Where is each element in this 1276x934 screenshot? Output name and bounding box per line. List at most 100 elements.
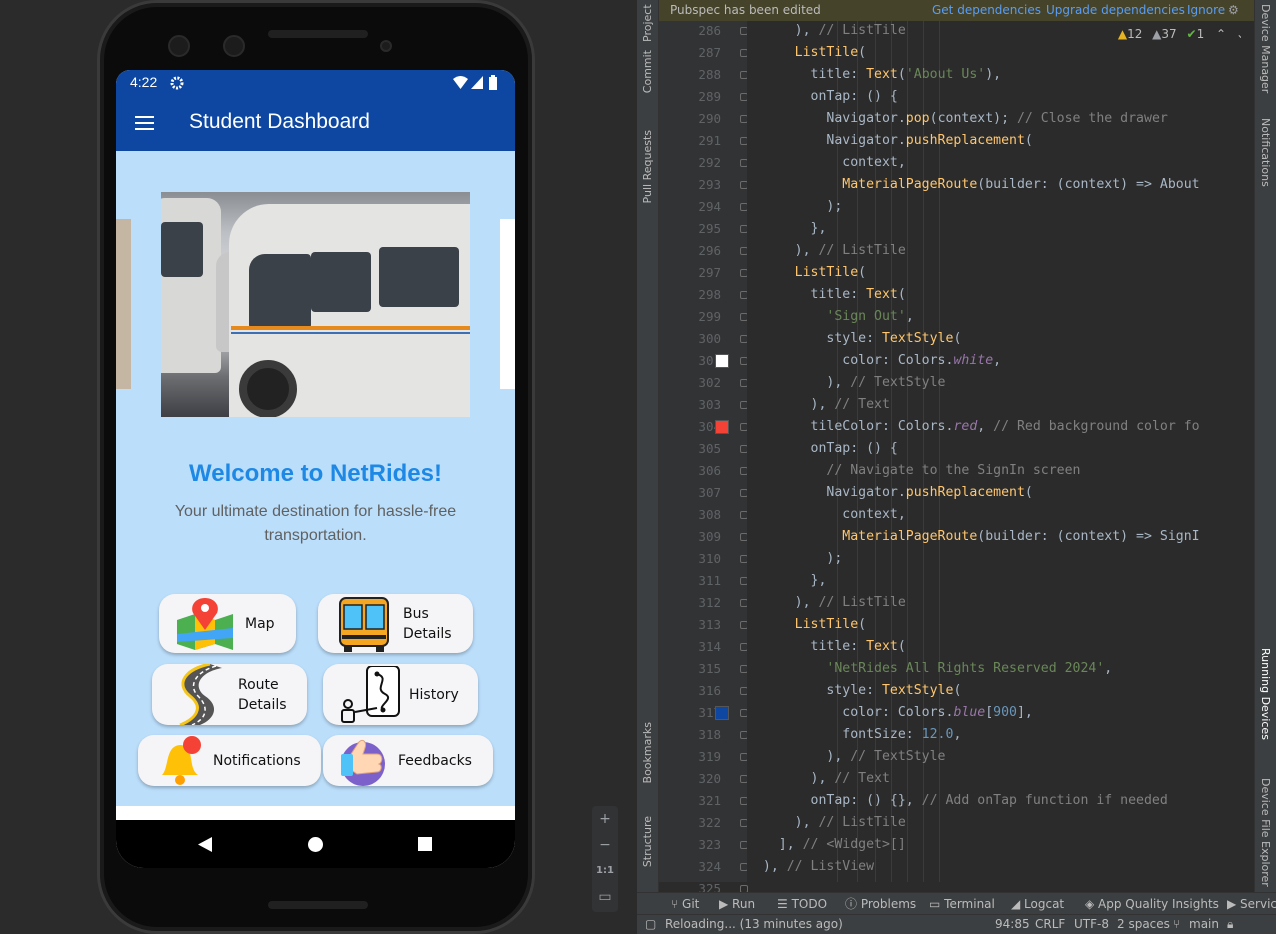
tool-notifications[interactable]: Notifications [1259, 118, 1272, 187]
code-token: , [993, 353, 1002, 368]
caret-position[interactable]: 94:85 [995, 915, 1030, 934]
code-token: context, [747, 507, 906, 522]
code-line: ), // ListTile [747, 592, 906, 614]
code-token: ( [1024, 485, 1033, 500]
code-token: ), [747, 375, 851, 390]
tool-bookmarks[interactable]: Bookmarks [641, 722, 654, 783]
line-number: 306 [698, 463, 721, 478]
line-number: 305 [698, 441, 721, 456]
tool-tab-git[interactable]: ⑂ Git [671, 893, 699, 915]
tool-tab-todo[interactable]: ☰ TODO [777, 893, 827, 915]
zoom-in-button[interactable]: + [592, 806, 618, 832]
code-line: ), // ListTile [747, 240, 906, 262]
recents-square-icon[interactable] [418, 837, 432, 851]
menu-hamburger-icon[interactable] [135, 116, 154, 130]
status-layout-icon[interactable]: ▢ [645, 915, 656, 934]
tool-tab-terminal[interactable]: ▭ Terminal [929, 893, 995, 915]
tool-running-devices[interactable]: Running Devices [1259, 648, 1272, 740]
tool-device-file-explorer[interactable]: Device File Explorer [1259, 778, 1272, 887]
prev-highlight-icon[interactable]: ⌃ [1216, 27, 1226, 41]
code-editor[interactable]: ), // ListTile ListTile( title: Text('Ab… [747, 21, 1254, 882]
carousel-image[interactable] [161, 192, 470, 417]
status-lock-icon[interactable]: 🔒︎ [1227, 915, 1233, 934]
tool-device-manager[interactable]: Device Manager [1259, 4, 1272, 93]
welcome-title: Welcome to NetRides! [189, 460, 442, 487]
right-tool-strip: Device Manager Notifications Running Dev… [1254, 0, 1276, 892]
color-swatch-icon[interactable] [715, 354, 729, 368]
code-line: ), // ListView [747, 856, 874, 878]
code-token: ListTile [794, 265, 859, 280]
editor-scrollbar[interactable] [1241, 30, 1254, 880]
color-swatch-icon[interactable] [715, 420, 729, 434]
tool-project[interactable]: Project [641, 0, 654, 42]
line-separator[interactable]: CRLF [1035, 915, 1065, 934]
van-windshield [249, 254, 311, 329]
notifications-button[interactable]: Notifications [138, 735, 321, 786]
code-token: fontSize: [747, 727, 922, 742]
line-number: 291 [698, 133, 721, 148]
file-encoding[interactable]: UTF-8 [1074, 915, 1109, 934]
code-token: // Close the drawer [1016, 111, 1168, 126]
tool-tab-run[interactable]: ▶ Run [719, 893, 755, 915]
code-line: ), // Text [747, 394, 890, 416]
code-token: ), [747, 749, 851, 764]
home-circle-icon[interactable] [308, 837, 323, 852]
line-number: 297 [698, 265, 721, 280]
line-number: 313 [698, 617, 721, 632]
line-number: 324 [698, 859, 721, 874]
tool-tab-problems[interactable]: ⓘ Problems [845, 893, 916, 915]
tool-tab-label: Run [732, 897, 756, 911]
upgrade-dependencies-link[interactable]: Upgrade dependencies [1046, 0, 1185, 21]
bus-label-1: Bus [403, 606, 429, 622]
tool-pull-requests[interactable]: Pull Requests [641, 130, 654, 203]
tool-tab-services[interactable]: ▶ Servic [1227, 893, 1276, 915]
route-details-button[interactable]: Route Details [152, 664, 307, 725]
cell-signal-icon [471, 76, 483, 89]
code-line: onTap: () { [747, 438, 898, 460]
zoom-fit-icon[interactable]: ▭ [592, 884, 618, 910]
welcome-subtitle-line2: transportation. [264, 527, 367, 544]
front-sensor-icon [223, 35, 245, 57]
inspection-widget[interactable]: ▲12 ▲37 ✔1 ⌃ ⌄ [1118, 27, 1246, 41]
code-token: // Text [834, 771, 890, 786]
feedbacks-button[interactable]: Feedbacks [323, 735, 493, 786]
line-number: 296 [698, 243, 721, 258]
carousel-next-slide[interactable] [500, 219, 515, 389]
line-number: 309 [698, 529, 721, 544]
line-number: 315 [698, 661, 721, 676]
code-token: onTap: () { [747, 89, 898, 104]
zoom-out-button[interactable]: − [592, 832, 618, 858]
code-token: TextStyle [881, 683, 954, 698]
tool-commit[interactable]: Commit [641, 50, 654, 93]
ignore-link[interactable]: Ignore [1187, 0, 1225, 21]
git-branch[interactable]: main [1189, 915, 1219, 934]
back-triangle-icon[interactable] [198, 837, 212, 852]
history-button[interactable]: History [323, 664, 478, 725]
get-dependencies-link[interactable]: Get dependencies [932, 0, 1041, 21]
bus-details-button[interactable]: Bus Details [318, 594, 473, 653]
zoom-actual-size-button[interactable]: 1:1 [592, 858, 618, 884]
tool-tab-app-quality-insights[interactable]: ◈ App Quality Insights [1085, 893, 1219, 915]
line-number: 290 [698, 111, 721, 126]
tool-structure[interactable]: Structure [641, 816, 654, 867]
van-window-2 [379, 247, 459, 307]
emulator-panel: 4:22 Student Dashboard Welcome to NetRid… [0, 0, 637, 934]
indent-setting[interactable]: 2 spaces [1117, 915, 1170, 934]
line-number: 316 [698, 683, 721, 698]
code-token: ); [747, 551, 843, 566]
phone-screen: 4:22 Student Dashboard Welcome to NetRid… [116, 70, 515, 868]
van-stripe-orange [231, 326, 470, 330]
van-stripe-blue [231, 332, 470, 334]
carousel-prev-slide[interactable] [116, 219, 131, 389]
git-icon: ⑂ [671, 897, 683, 911]
code-line: ); [747, 196, 842, 218]
color-swatch-icon[interactable] [715, 706, 729, 720]
tool-tab-logcat[interactable]: ◢ Logcat [1011, 893, 1064, 915]
code-token: ( [858, 617, 867, 632]
tool-tab-label: Problems [860, 897, 917, 911]
map-button[interactable]: Map [159, 594, 296, 653]
banner-settings-gear-icon[interactable]: ⚙ [1228, 0, 1239, 21]
code-line: ), // TextStyle [747, 372, 945, 394]
code-token: , [1104, 661, 1113, 676]
code-token: 12.0 [921, 727, 954, 742]
